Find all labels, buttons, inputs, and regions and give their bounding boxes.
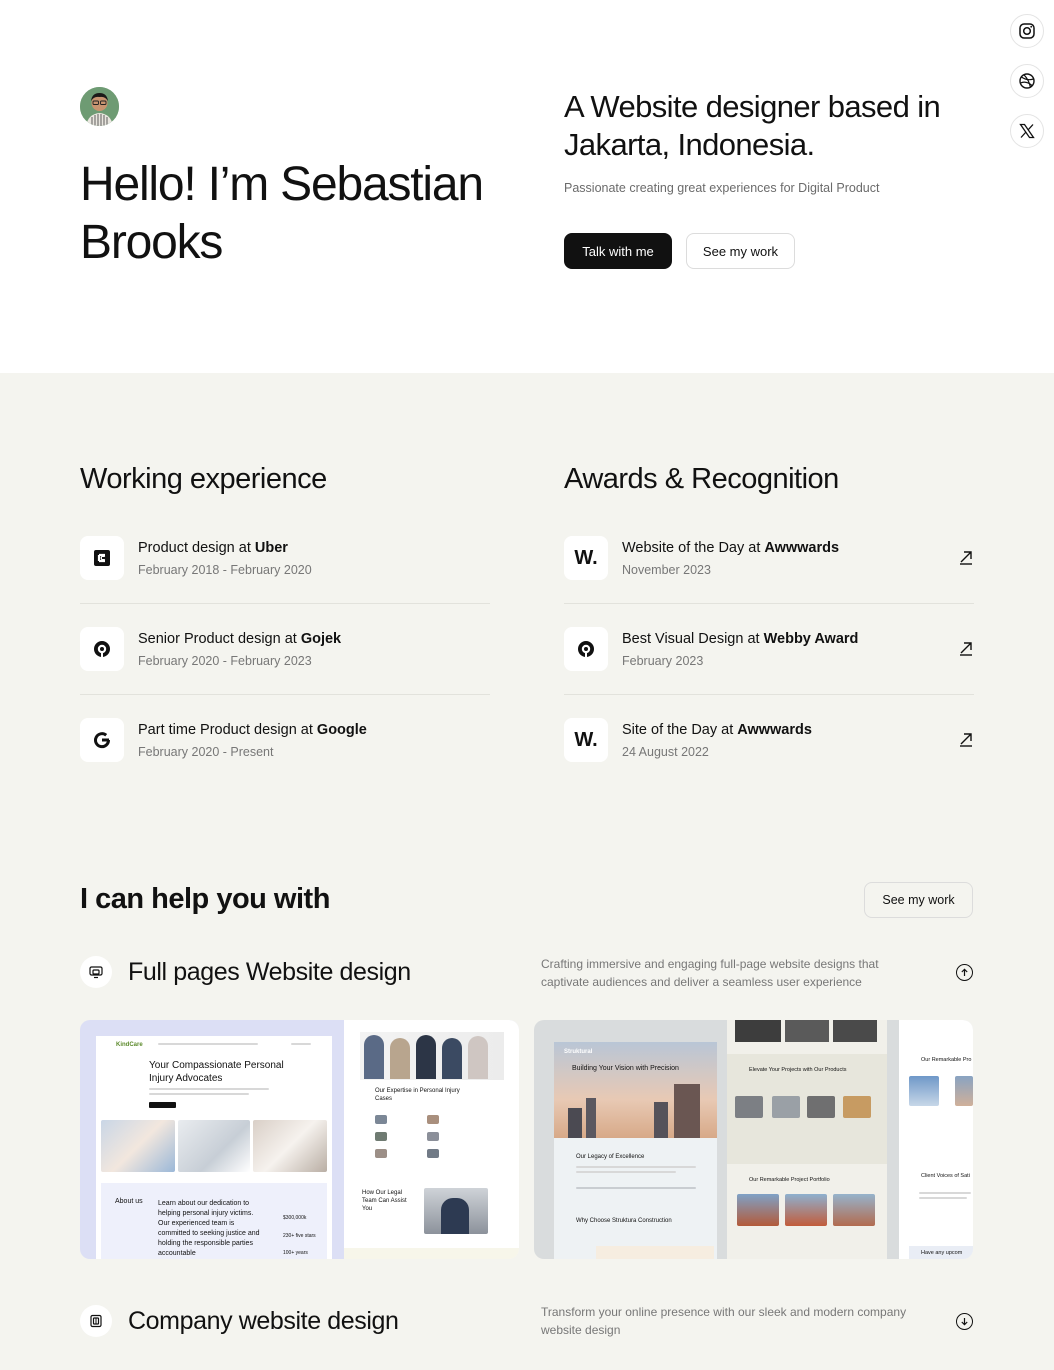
list-item[interactable]: Best Visual Design at Webby Award Februa… — [564, 604, 974, 695]
awwwards-logo-icon: W. — [564, 718, 608, 762]
hero-subtitle: Passionate creating great experiences fo… — [564, 181, 880, 195]
x-link[interactable] — [1010, 114, 1044, 148]
experience-list: Product design at Uber February 2018 - F… — [80, 513, 490, 786]
construction-site-mockup-2: Elevate Your Projects with Our Products … — [727, 1020, 887, 1259]
see-my-work-button[interactable]: See my work — [864, 882, 973, 918]
awards-list: W. Website of the Day at Awwwards Novemb… — [564, 513, 974, 786]
social-links — [1010, 14, 1044, 148]
dribbble-link[interactable] — [1010, 64, 1044, 98]
instagram-icon — [1019, 23, 1035, 39]
website-preview-card[interactable]: Struktural Building Your Vision with Pre… — [534, 1020, 973, 1259]
services-title: I can help you with — [80, 883, 330, 915]
list-item[interactable]: W. Website of the Day at Awwwards Novemb… — [564, 513, 974, 604]
content-section: Working experience Product design at Ube… — [0, 373, 1054, 1370]
talk-with-me-button[interactable]: Talk with me — [564, 233, 672, 269]
page-title: Hello! I’m Sebastian Brooks — [80, 158, 484, 269]
instagram-link[interactable] — [1010, 14, 1044, 48]
monitor-icon — [80, 956, 112, 988]
experience-title: Working experience — [80, 463, 327, 495]
list-item: Part time Product design at Google Febru… — [80, 695, 490, 786]
external-link-icon[interactable] — [958, 549, 974, 565]
uber-logo-icon — [80, 536, 124, 580]
law-site-mockup: KindCare Your Compassionate Personal Inj… — [96, 1036, 332, 1259]
service-title: Full pages Website design — [128, 958, 411, 986]
dribbble-icon — [1019, 73, 1035, 89]
list-item: Product design at Uber February 2018 - F… — [80, 513, 490, 604]
law-site-mockup-2: Our Expertise in Personal Injury Cases H… — [344, 1020, 519, 1259]
external-link-icon[interactable] — [958, 731, 974, 747]
hero-headline: A Website designer based in Jakarta, Ind… — [564, 89, 941, 162]
website-preview-card[interactable]: KindCare Your Compassionate Personal Inj… — [80, 1020, 519, 1259]
hero-section: Hello! I’m Sebastian Brooks A Website de… — [0, 0, 1054, 373]
gojek-logo-icon — [80, 627, 124, 671]
list-item[interactable]: W. Site of the Day at Awwwards 24 August… — [564, 695, 974, 786]
arrow-down-icon[interactable] — [956, 1313, 973, 1330]
construction-site-mockup: Struktural Building Your Vision with Pre… — [554, 1042, 717, 1259]
google-logo-icon — [80, 718, 124, 762]
service-title: Company website design — [128, 1307, 399, 1335]
arrow-up-icon[interactable] — [956, 964, 973, 981]
awards-title: Awards & Recognition — [564, 463, 839, 495]
external-link-icon[interactable] — [958, 640, 974, 656]
webby-logo-icon — [564, 627, 608, 671]
awwwards-logo-icon: W. — [564, 536, 608, 580]
list-item: Senior Product design at Gojek February … — [80, 604, 490, 695]
see-my-work-button[interactable]: See my work — [686, 233, 795, 269]
service-description: Transform your online presence with our … — [541, 1305, 907, 1337]
construction-site-mockup-3: Our Remarkable Pro Client Voices of Sati… — [899, 1020, 973, 1259]
x-icon — [1019, 123, 1035, 139]
service-description: Crafting immersive and engaging full-pag… — [541, 957, 879, 989]
building-icon — [80, 1305, 112, 1337]
avatar — [80, 87, 119, 126]
